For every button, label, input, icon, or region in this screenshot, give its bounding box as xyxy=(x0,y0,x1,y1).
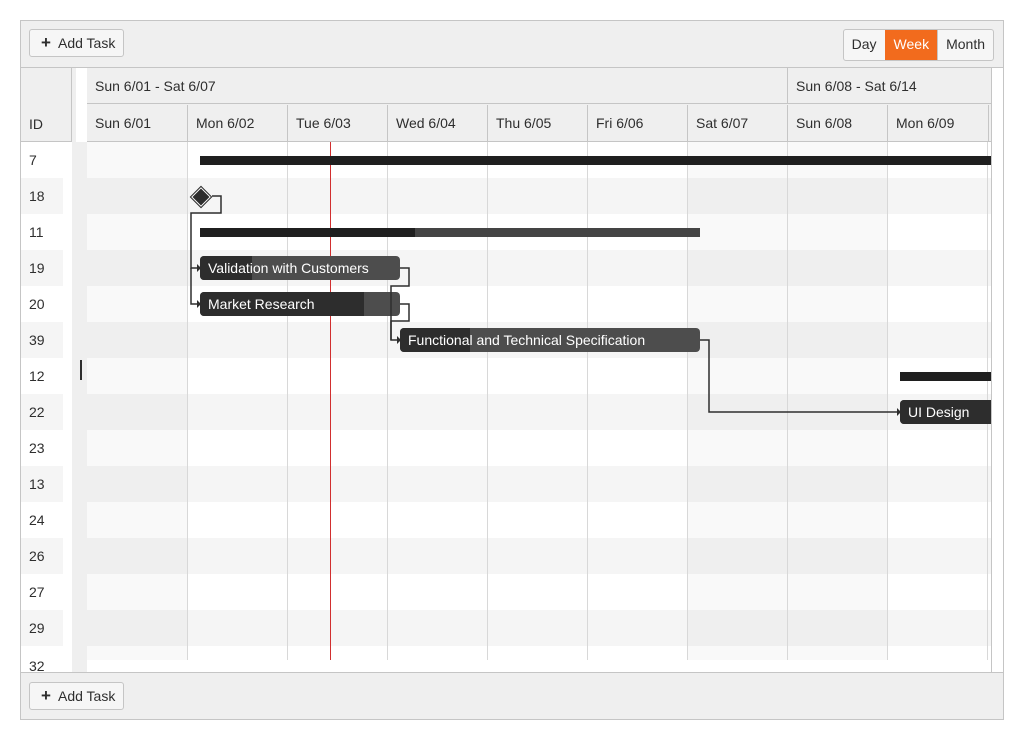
timeline-body: Validation with Customers Market Researc… xyxy=(87,142,991,660)
day-header-cell: Thu 6/05 xyxy=(488,105,588,141)
day-header-cell: Sun 6/08 xyxy=(788,105,888,141)
plus-icon: + xyxy=(41,686,51,705)
dependency-arrow xyxy=(397,336,401,344)
task-id-cell[interactable]: 13 xyxy=(21,466,63,502)
task-list: 7 18 11 19 20 39 12 22 23 13 24 26 27 29… xyxy=(21,142,63,672)
day-header-cell: Mon 6/09 xyxy=(888,105,989,141)
week-header-cell: Sun 6/08 - Sat 6/14 xyxy=(788,68,992,104)
gantt-toolbar: + Add Task Day Week Month xyxy=(21,21,1003,68)
dependency-line[interactable] xyxy=(190,195,222,269)
plus-icon: + xyxy=(41,33,51,52)
view-week-button[interactable]: Week xyxy=(884,30,938,60)
dependency-line[interactable] xyxy=(190,268,197,305)
dependency-arrow xyxy=(197,264,201,272)
week-header-cell: Sun 6/01 - Sat 6/07 xyxy=(87,68,788,104)
dependency-lines xyxy=(190,195,901,416)
day-header-cell: Fri 6/06 xyxy=(588,105,688,141)
task-id-cell[interactable]: 18 xyxy=(21,178,63,214)
view-day-button[interactable]: Day xyxy=(844,30,885,60)
day-header-cell: Sat 6/07 xyxy=(688,105,788,141)
task-id-cell[interactable]: 12 xyxy=(21,358,63,394)
task-id-cell[interactable]: 11 xyxy=(21,214,63,250)
id-column-header[interactable]: ID xyxy=(29,116,43,132)
dependency-arrow xyxy=(197,300,201,308)
task-id-cell[interactable]: 32 xyxy=(21,648,63,672)
day-header-cell: Mon 6/02 xyxy=(188,105,288,141)
dependency-line[interactable] xyxy=(700,339,897,413)
task-id-cell[interactable]: 19 xyxy=(21,250,63,286)
timeline-header: Sun 6/01 - Sat 6/07 Sun 6/08 - Sat 6/14 … xyxy=(87,68,1003,142)
day-header-cell: Sun 6/01 xyxy=(87,105,188,141)
vertical-scrollbar[interactable] xyxy=(991,68,1003,672)
splitter-handle[interactable] xyxy=(80,360,82,380)
day-header-cell: Tue 6/03 xyxy=(288,105,388,141)
dependency-line[interactable] xyxy=(390,303,410,340)
gantt-chart: + Add Task Day Week Month ID 7 18 11 19 2… xyxy=(20,20,1004,720)
task-id-cell[interactable]: 22 xyxy=(21,394,63,430)
task-id-cell[interactable]: 24 xyxy=(21,502,63,538)
gantt-footer: + Add Task xyxy=(21,672,1003,719)
task-id-cell[interactable]: 27 xyxy=(21,574,63,610)
day-header-cell: Wed 6/04 xyxy=(388,105,488,141)
task-list-header: ID xyxy=(21,68,72,142)
pane-splitter-track xyxy=(76,142,87,672)
add-task-button[interactable]: + Add Task xyxy=(29,29,125,57)
task-id-cell[interactable]: 39 xyxy=(21,322,63,358)
view-switcher: Day Week Month xyxy=(842,29,994,61)
add-task-button-footer[interactable]: + Add Task xyxy=(29,682,125,710)
view-month-button[interactable]: Month xyxy=(937,30,993,60)
task-id-cell[interactable]: 23 xyxy=(21,430,63,466)
task-id-cell[interactable]: 29 xyxy=(21,610,63,646)
dependency-arrow xyxy=(897,408,901,416)
task-id-cell[interactable]: 26 xyxy=(21,538,63,574)
task-id-cell[interactable]: 20 xyxy=(21,286,63,322)
task-id-cell[interactable]: 7 xyxy=(21,142,63,178)
